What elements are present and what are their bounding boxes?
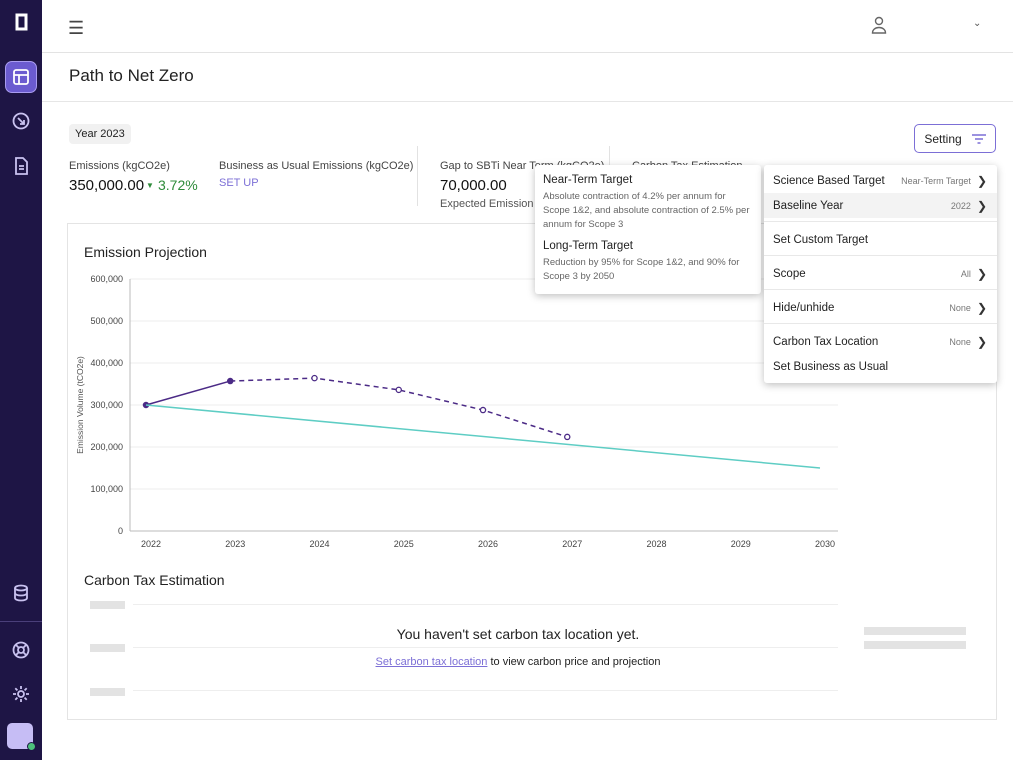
menu-item-set-business-as-usual[interactable]: Set Business as Usual bbox=[764, 354, 997, 379]
y-tick-label: 0 bbox=[118, 526, 123, 536]
y-tick-label: 200,000 bbox=[90, 442, 123, 452]
y-axis-label: Emission Volume (tCO2e) bbox=[75, 356, 85, 454]
target-tooltip: Near-Term Target Absolute contraction of… bbox=[535, 165, 761, 294]
tooltip-desc: Reduction by 95% for Scope 1&2, and 90% … bbox=[543, 257, 740, 282]
menu-item-baseline-year[interactable]: Baseline Year 2022 ❯ bbox=[764, 193, 997, 218]
tooltip-title: Near-Term Target bbox=[543, 174, 633, 186]
skeleton bbox=[90, 644, 125, 652]
skeleton bbox=[90, 601, 125, 609]
x-tick-label: 2024 bbox=[309, 539, 329, 549]
skeleton-line bbox=[133, 647, 838, 648]
empty-state-rest: to view carbon price and projection bbox=[487, 656, 661, 668]
set-carbon-tax-location-link[interactable]: Set carbon tax location bbox=[376, 656, 488, 668]
skeleton bbox=[864, 641, 966, 649]
tooltip-title: Long-Term Target bbox=[543, 240, 633, 252]
chevron-right-icon: ❯ bbox=[976, 334, 987, 349]
chevron-right-icon: ❯ bbox=[976, 266, 987, 281]
x-tick-label: 2022 bbox=[141, 539, 161, 549]
y-tick-label: 400,000 bbox=[90, 358, 123, 368]
chevron-right-icon: ❯ bbox=[976, 173, 987, 188]
skeleton bbox=[90, 688, 125, 696]
empty-state-title: You haven't set carbon tax location yet. bbox=[396, 626, 640, 642]
x-tick-label: 2023 bbox=[225, 539, 245, 549]
series-line bbox=[145, 380, 231, 406]
menu-item-carbon-tax-location[interactable]: Carbon Tax Location None ❯ bbox=[764, 329, 997, 354]
help-icon[interactable] bbox=[5, 634, 37, 666]
x-tick-label: 2029 bbox=[731, 539, 751, 549]
data-point bbox=[395, 386, 402, 394]
x-tick-label: 2028 bbox=[646, 539, 666, 549]
menu-item-hide-unhide[interactable]: Hide/unhide None ❯ bbox=[764, 295, 997, 320]
y-tick-label: 300,000 bbox=[90, 400, 123, 410]
carbon-tax-title: Carbon Tax Estimation bbox=[84, 572, 225, 588]
series-line bbox=[145, 404, 821, 469]
skeleton-line bbox=[133, 604, 838, 605]
x-tick-label: 2025 bbox=[394, 539, 414, 549]
menu-item-scope[interactable]: Scope All ❯ bbox=[764, 261, 997, 286]
x-tick-label: 2027 bbox=[562, 539, 582, 549]
data-point bbox=[311, 374, 318, 382]
skeleton-line bbox=[133, 690, 838, 691]
empty-state-text: Set carbon tax location to view carbon p… bbox=[68, 656, 838, 668]
x-tick-label: 2030 bbox=[815, 539, 835, 549]
tooltip-desc: Absolute contraction of 4.2% per annum f… bbox=[543, 191, 750, 230]
menu-item-set-custom-target[interactable]: Set Custom Target bbox=[764, 227, 997, 252]
chevron-right-icon: ❯ bbox=[976, 198, 987, 213]
y-tick-label: 500,000 bbox=[90, 316, 123, 326]
divider bbox=[0, 621, 42, 622]
x-tick-label: 2026 bbox=[478, 539, 498, 549]
online-status-icon bbox=[27, 742, 36, 751]
data-point bbox=[479, 406, 487, 414]
y-tick-label: 100,000 bbox=[90, 484, 123, 494]
gear-icon[interactable] bbox=[5, 678, 37, 710]
y-tick-label: 600,000 bbox=[90, 274, 123, 284]
setting-menu: Science Based Target Near-Term Target ❯ Ba… bbox=[764, 165, 997, 383]
skeleton bbox=[864, 627, 966, 635]
menu-item-science-based-target[interactable]: Science Based Target Near-Term Target ❯ bbox=[764, 168, 997, 193]
chevron-right-icon: ❯ bbox=[976, 300, 987, 315]
data-point bbox=[564, 433, 571, 441]
database-icon[interactable] bbox=[5, 577, 37, 609]
